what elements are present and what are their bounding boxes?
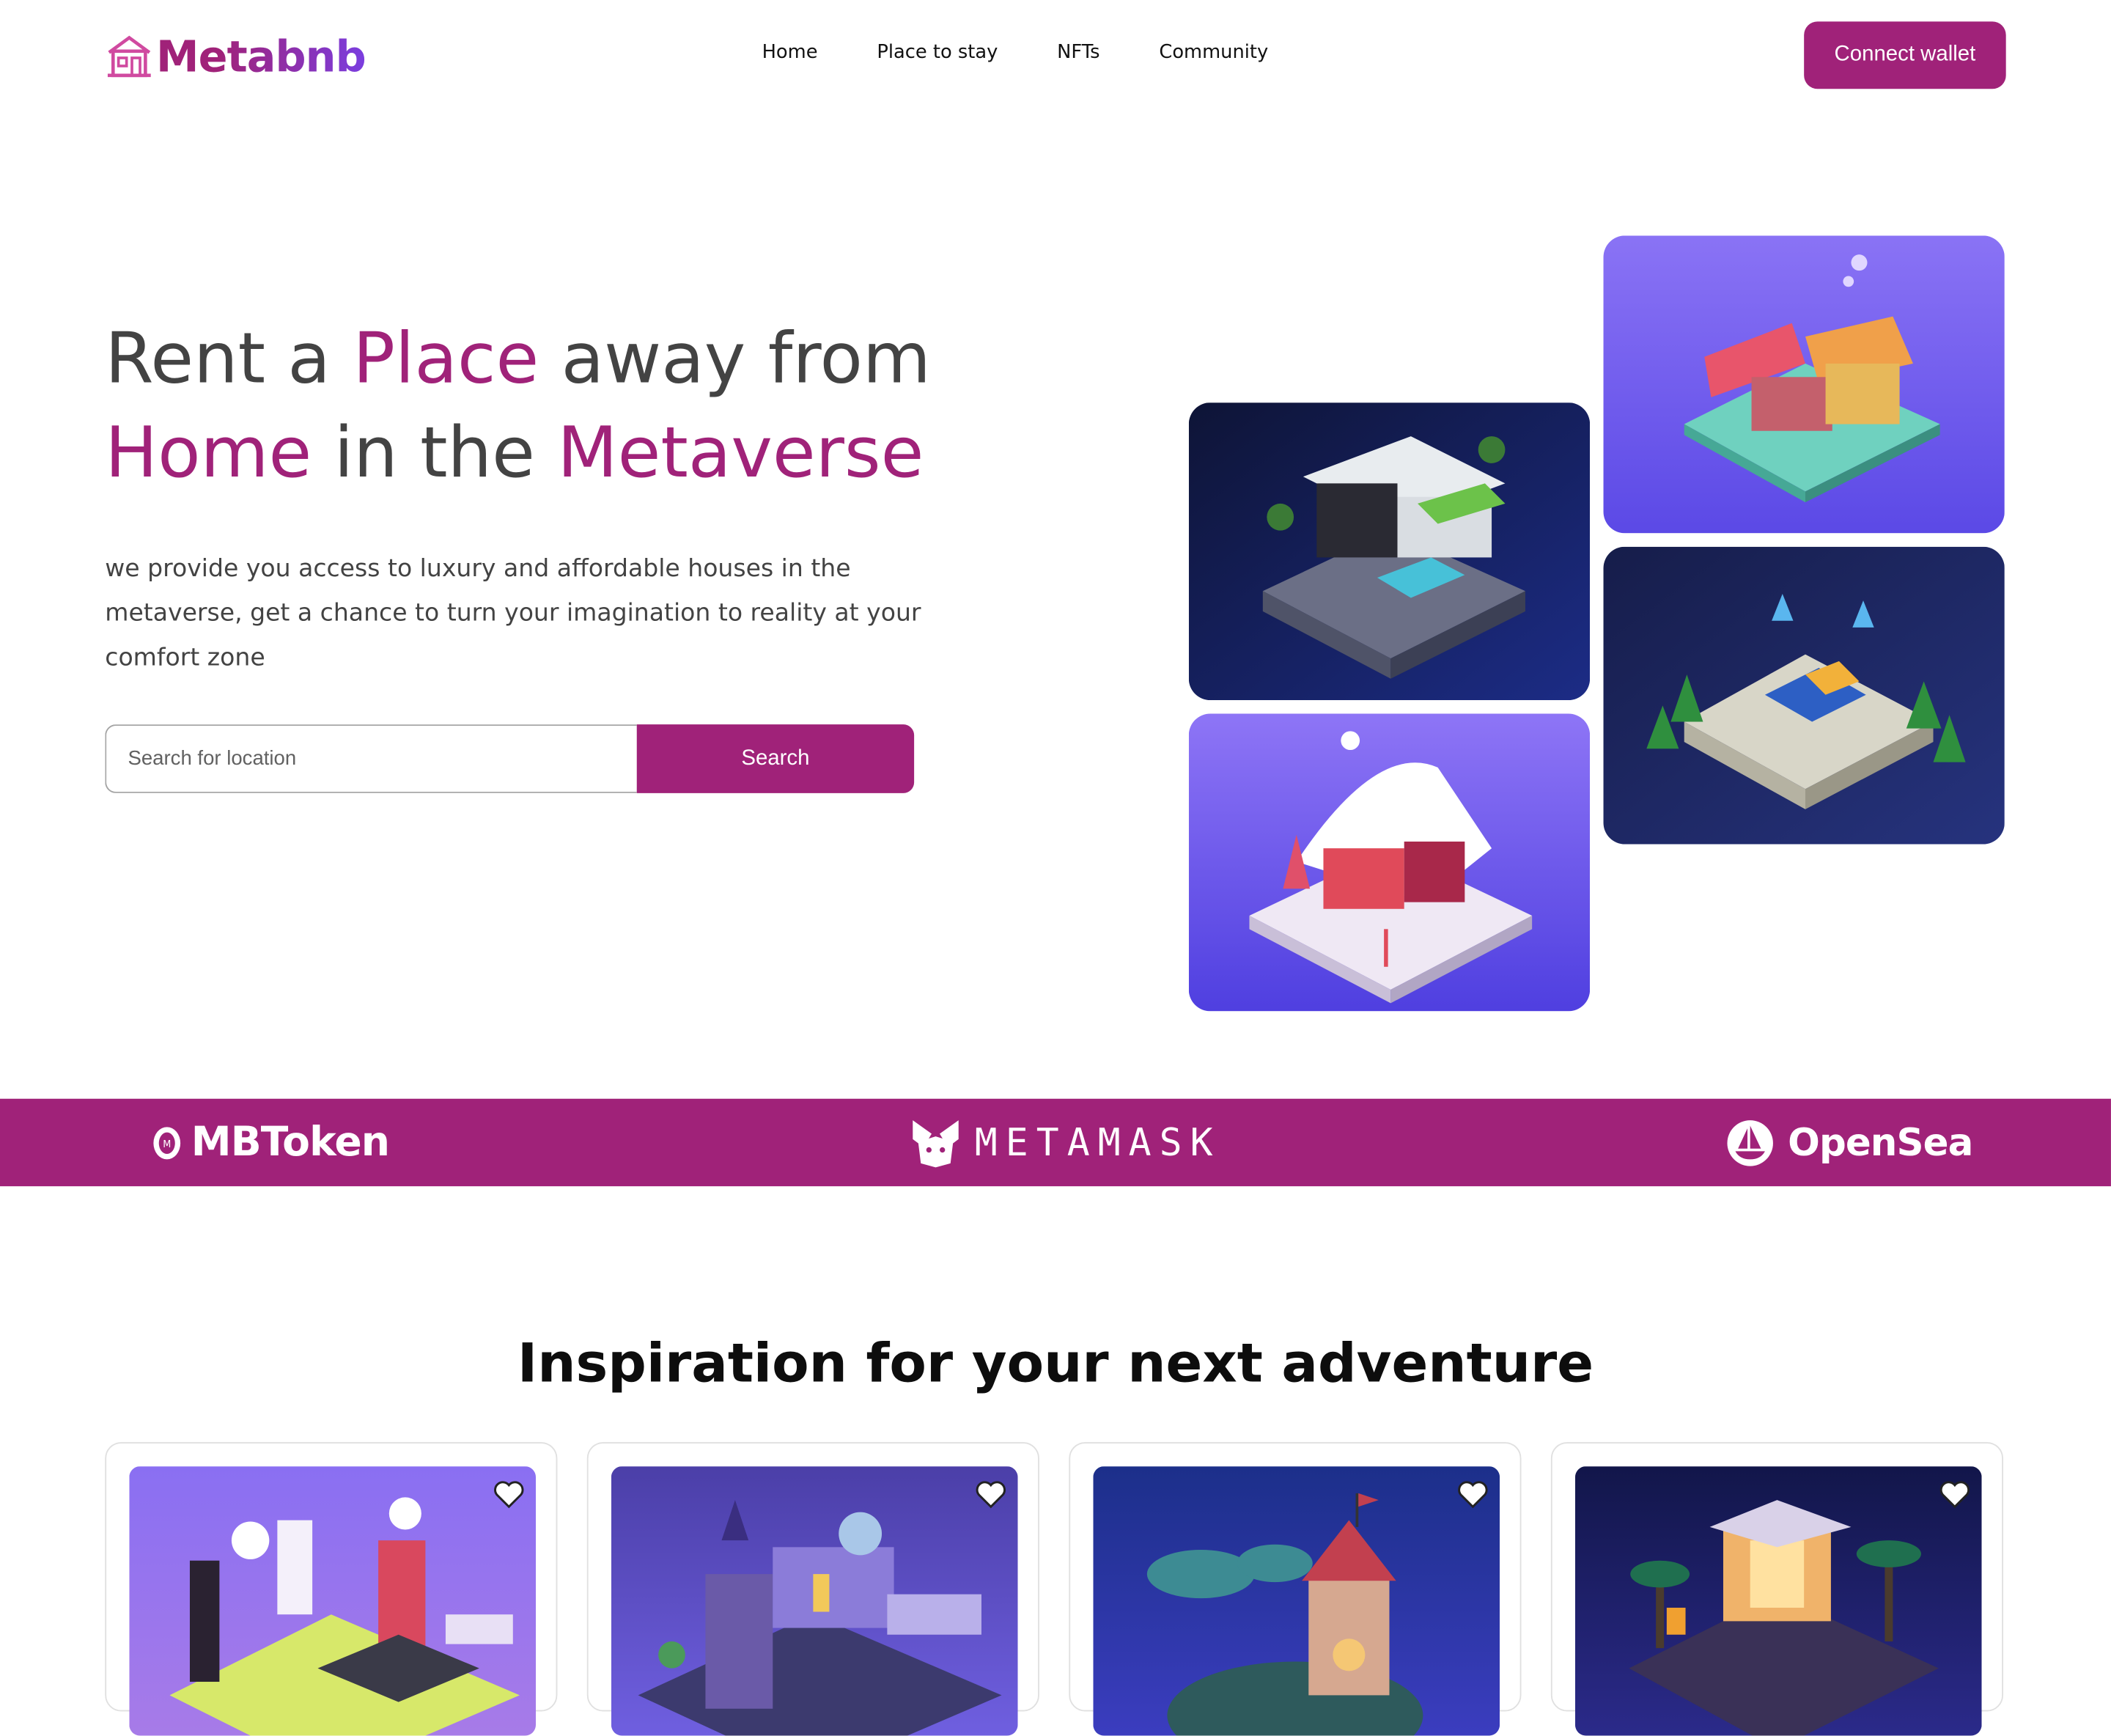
hero-description: we provide you access to luxury and affo… xyxy=(105,554,921,672)
listing-image xyxy=(1093,1466,1500,1736)
hero-title-text: in the xyxy=(312,413,558,495)
search-button[interactable]: Search xyxy=(636,724,915,793)
house-icon xyxy=(107,35,151,78)
partner-metamask[interactable]: METAMASK xyxy=(910,1099,1221,1186)
connect-wallet-button[interactable]: Connect wallet xyxy=(1804,21,2006,89)
hero-image-castle xyxy=(1603,546,2005,845)
partner-name: METAMASK xyxy=(974,1120,1221,1165)
hero-title-accent-place: Place xyxy=(353,319,539,400)
hero-image-market-stall xyxy=(1603,235,2005,534)
location-search-input[interactable] xyxy=(105,724,637,793)
heart-icon[interactable] xyxy=(493,1480,525,1509)
heart-icon[interactable] xyxy=(1939,1480,1971,1509)
heart-icon[interactable] xyxy=(975,1480,1007,1509)
listing-card[interactable] xyxy=(1069,1442,1522,1736)
inspiration-title: Inspiration for your next adventure xyxy=(517,1333,1594,1395)
listing-card[interactable] xyxy=(1550,1442,2004,1736)
listing-card[interactable] xyxy=(586,1442,1039,1736)
listing-image xyxy=(129,1466,537,1736)
nav-home[interactable]: Home xyxy=(762,42,818,63)
hero-image-modern-villa xyxy=(1188,402,1591,701)
brand-name: Metabnb xyxy=(156,31,366,83)
nav-community[interactable]: Community xyxy=(1159,42,1268,63)
nav-place-to-stay[interactable]: Place to stay xyxy=(877,42,998,63)
hero-title: Rent a Place away from Home in the Metav… xyxy=(105,312,1047,501)
partner-mbtoken[interactable]: M MBToken xyxy=(151,1099,390,1186)
partners-strip: M MBToken METAMASK OpenSea xyxy=(0,1098,2111,1187)
listing-image xyxy=(611,1466,1018,1736)
heart-icon[interactable] xyxy=(1456,1480,1489,1509)
hero-title-text: Rent a xyxy=(105,319,353,400)
mbtoken-icon: M xyxy=(153,1126,181,1159)
partner-name: OpenSea xyxy=(1788,1120,1973,1165)
nav-nfts[interactable]: NFTs xyxy=(1057,42,1099,63)
svg-text:M: M xyxy=(163,1139,171,1150)
partner-opensea[interactable]: OpenSea xyxy=(1726,1099,1973,1186)
hero-title-accent-metaverse: Metaverse xyxy=(557,413,924,495)
partner-name: MBToken xyxy=(191,1119,390,1166)
hero-title-accent-home: Home xyxy=(105,413,312,495)
brand-logo[interactable]: Metabnb xyxy=(105,29,366,83)
hero-title-text: away from xyxy=(539,319,931,400)
main-nav: Home Place to stay NFTs Community xyxy=(762,42,1269,63)
opensea-boat-icon xyxy=(1727,1119,1773,1166)
hero-image-snow-cottage xyxy=(1188,713,1591,1012)
listing-image xyxy=(1574,1466,1982,1736)
listing-card[interactable] xyxy=(105,1442,558,1736)
metamask-fox-icon xyxy=(913,1119,959,1167)
